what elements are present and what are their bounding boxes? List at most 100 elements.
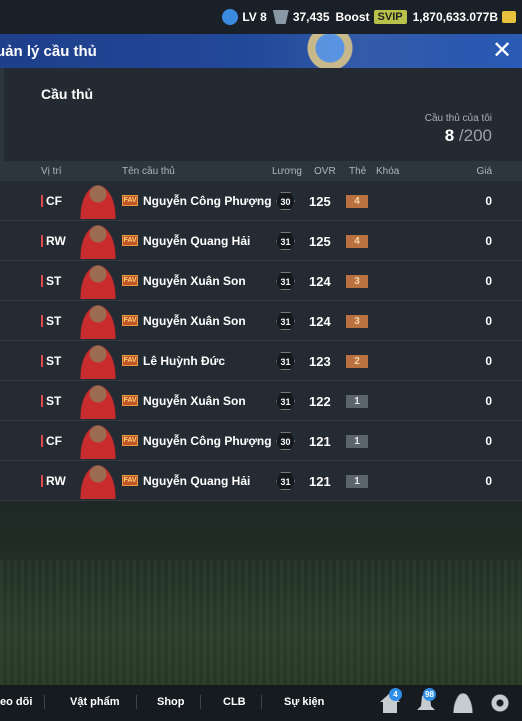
player-price: 0 xyxy=(485,394,492,408)
player-avatar xyxy=(79,343,117,379)
player-price: 0 xyxy=(485,434,492,448)
player-name: Nguyễn Xuân Son xyxy=(143,394,246,408)
player-name: Nguyễn Quang Hải xyxy=(143,234,251,248)
nav-follow[interactable]: eo dõi xyxy=(0,696,32,708)
season-badge: FAV xyxy=(122,275,138,286)
salary-badge: 31 xyxy=(276,312,295,330)
player-position: CF xyxy=(41,434,62,448)
points-text: 37,435 xyxy=(292,10,330,24)
player-price: 0 xyxy=(485,234,492,248)
table-row[interactable]: CF FAV Nguyễn Công Phượng 30 125 4 0 xyxy=(0,181,522,221)
top-status-bar: LV 8 37,435 Boost SVIP 1,870,633.077B xyxy=(0,0,522,34)
bottom-nav: eo dõi Vật phẩm Shop CLB Sự kiện 4 98 xyxy=(0,685,522,721)
season-badge: FAV xyxy=(122,235,138,246)
title-bar: uản lý cầu thủ xyxy=(0,34,522,68)
player-position: CF xyxy=(41,194,62,208)
table-row[interactable]: ST FAV Lê Huỳnh Đức 31 123 2 0 xyxy=(0,341,522,381)
notification-badge: 98 xyxy=(423,688,436,701)
player-position: ST xyxy=(41,314,61,328)
header-price[interactable]: Giá xyxy=(476,166,492,177)
player-ovr: 124 xyxy=(309,314,331,329)
season-badge: FAV xyxy=(122,315,138,326)
player-count-current: 8 xyxy=(444,126,455,145)
grade-badge: 4 xyxy=(346,235,368,248)
nav-events[interactable]: Sự kiện xyxy=(284,696,324,708)
grade-badge: 3 xyxy=(346,315,368,328)
level-indicator: LV 8 xyxy=(222,9,267,25)
nav-club[interactable]: CLB xyxy=(223,696,246,708)
player-price: 0 xyxy=(485,474,492,488)
table-header: Vị trí Tên cầu thủ Lương OVR Thẻ Khóa Gi… xyxy=(0,161,522,181)
player-count: 8 /200 xyxy=(445,126,492,146)
nav-divider xyxy=(44,695,45,709)
salary-badge: 31 xyxy=(276,472,295,490)
player-position: RW xyxy=(41,234,66,248)
gear-icon[interactable] xyxy=(490,693,510,713)
player-position: ST xyxy=(41,354,61,368)
player-price: 0 xyxy=(485,194,492,208)
salary-badge: 31 xyxy=(276,392,295,410)
table-row[interactable]: ST FAV Nguyễn Xuân Son 31 124 3 0 xyxy=(0,301,522,341)
season-badge: FAV xyxy=(122,195,138,206)
player-avatar xyxy=(79,303,117,339)
coin-icon xyxy=(502,11,516,23)
player-position: ST xyxy=(41,274,61,288)
table-row[interactable]: CF FAV Nguyễn Công Phượng 30 121 1 0 xyxy=(0,421,522,461)
header-salary[interactable]: Lương xyxy=(272,166,302,177)
player-ovr: 121 xyxy=(309,434,331,449)
salary-badge: 31 xyxy=(276,232,295,250)
salary-badge: 30 xyxy=(276,432,295,450)
header-grade[interactable]: Thẻ xyxy=(349,166,366,177)
header-name[interactable]: Tên cầu thủ xyxy=(122,166,175,177)
player-position: ST xyxy=(41,394,61,408)
player-count-label: Cầu thủ của tôi xyxy=(424,113,492,124)
home-badge: 4 xyxy=(389,688,402,701)
nav-divider xyxy=(136,695,137,709)
grade-badge: 4 xyxy=(346,195,368,208)
player-position: RW xyxy=(41,474,66,488)
player-avatar xyxy=(79,223,117,259)
grade-badge: 1 xyxy=(346,395,368,408)
table-row[interactable]: ST FAV Nguyễn Xuân Son 31 122 1 0 xyxy=(0,381,522,421)
player-price: 0 xyxy=(485,314,492,328)
player-name: Nguyễn Công Phượng xyxy=(143,194,272,208)
face-icon xyxy=(222,9,239,25)
season-badge: FAV xyxy=(122,355,138,366)
points-indicator: 37,435 xyxy=(272,10,330,24)
balance-indicator: 1,870,633.077B xyxy=(413,10,516,24)
player-name: Nguyễn Công Phượng xyxy=(143,434,272,448)
player-ovr: 123 xyxy=(309,354,331,369)
salary-badge: 31 xyxy=(276,352,295,370)
svip-badge: SVIP xyxy=(373,10,407,24)
header-ovr[interactable]: OVR xyxy=(314,166,336,177)
player-ovr: 124 xyxy=(309,274,331,289)
balance-text: 1,870,633.077B xyxy=(412,10,498,24)
player-ovr: 125 xyxy=(309,234,331,249)
header-position[interactable]: Vị trí xyxy=(41,166,62,177)
player-avatar xyxy=(79,183,117,219)
player-name: Nguyễn Xuân Son xyxy=(143,314,246,328)
season-badge: FAV xyxy=(122,395,138,406)
player-avatar xyxy=(79,383,117,419)
season-badge: FAV xyxy=(122,475,138,486)
table-row[interactable]: RW FAV Nguyễn Quang Hải 31 125 4 0 xyxy=(0,221,522,261)
user-icon[interactable] xyxy=(453,693,473,713)
section-title: Cầu thủ xyxy=(41,86,94,102)
table-row[interactable]: ST FAV Nguyễn Xuân Son 31 124 3 0 xyxy=(0,261,522,301)
grade-badge: 2 xyxy=(346,355,368,368)
player-name: Nguyễn Xuân Son xyxy=(143,274,246,288)
salary-badge: 30 xyxy=(276,192,295,210)
nav-shop[interactable]: Shop xyxy=(157,696,185,708)
season-badge: FAV xyxy=(122,435,138,446)
player-name: Lê Huỳnh Đức xyxy=(143,354,226,368)
player-avatar xyxy=(79,423,117,459)
table-row[interactable]: RW FAV Nguyễn Quang Hải 31 121 1 0 xyxy=(0,461,522,501)
header-lock[interactable]: Khóa xyxy=(376,166,399,177)
close-button[interactable]: ✕ xyxy=(490,39,514,63)
shield-icon xyxy=(272,10,289,24)
nav-items[interactable]: Vật phẩm xyxy=(70,696,120,708)
boost-label: Boost xyxy=(335,10,370,24)
nav-divider xyxy=(200,695,201,709)
nav-divider xyxy=(261,695,262,709)
boost-indicator[interactable]: Boost SVIP xyxy=(336,10,407,24)
